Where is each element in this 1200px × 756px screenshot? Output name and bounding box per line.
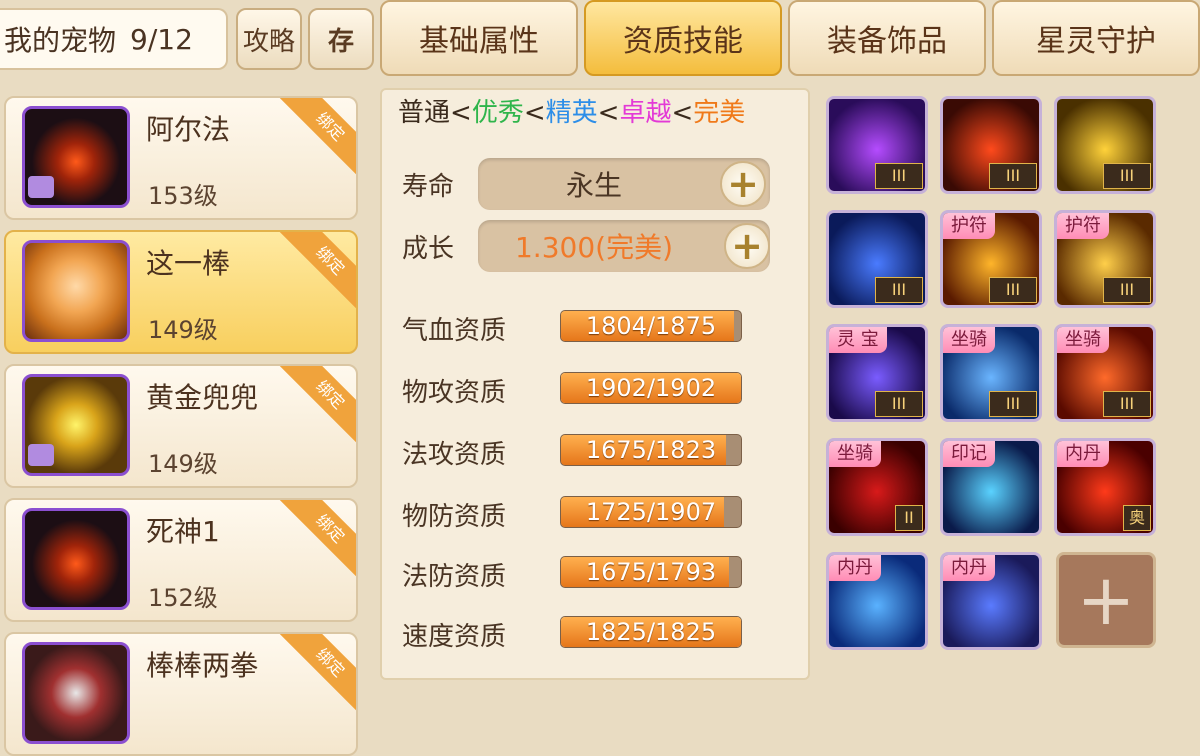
pet-name: 棒棒两拳 <box>146 649 259 682</box>
skill-rank: III <box>875 163 923 189</box>
blue-bubble-icon[interactable]: 内丹 <box>826 552 928 650</box>
skill-tag: 印记 <box>943 441 995 467</box>
grade-2: 精英 <box>545 98 598 128</box>
pet-name: 阿尔法 <box>146 113 231 146</box>
growth-value: 1.300(完美) <box>514 231 673 264</box>
bound-ribbon: 绑定 <box>276 500 356 583</box>
pet-card[interactable]: 阿尔法 153级 绑定 <box>4 96 358 220</box>
aptitude-label: 物攻资质 <box>402 378 507 408</box>
tab-star-guard[interactable]: 星灵守护 <box>992 0 1200 76</box>
pet-card[interactable]: 死神1 152级 绑定 <box>4 498 358 622</box>
skill-rank: II <box>895 505 923 531</box>
golden-lightning-icon[interactable]: III <box>1054 96 1156 194</box>
skill-tag: 内丹 <box>943 555 995 581</box>
tab-equipment[interactable]: 装备饰品 <box>788 0 986 76</box>
ice-shard-icon[interactable]: 印记 <box>940 438 1042 536</box>
skill-rank: III <box>989 163 1037 189</box>
skill-rank: III <box>875 391 923 417</box>
pet-level: 153级 <box>148 182 218 210</box>
aptitude-value: 1825/1825 <box>585 618 717 646</box>
pet-name: 黄金兜兜 <box>146 381 259 414</box>
skill-rank: III <box>1103 277 1151 303</box>
skill-rank: III <box>1103 391 1151 417</box>
grade-0: 普通 <box>398 98 451 128</box>
bound-ribbon: 绑定 <box>276 98 356 181</box>
pet-name: 这一棒 <box>146 247 231 280</box>
skill-tag: 护符 <box>943 213 995 239</box>
pet-card[interactable]: 这一棒 149级 绑定 <box>4 230 358 354</box>
fire-bird-icon[interactable]: 坐骑 III <box>1054 324 1156 422</box>
pet-card[interactable]: 黄金兜兜 149级 绑定 <box>4 364 358 488</box>
grade-separator: < <box>597 98 620 128</box>
lifespan-value: 永生 <box>565 169 622 202</box>
grade-3: 卓越 <box>619 98 672 128</box>
aptitude-label: 速度资质 <box>402 622 507 652</box>
pet-level: 149级 <box>148 450 218 478</box>
add-skill-button[interactable]: + <box>1056 552 1156 648</box>
skill-tag: 坐骑 <box>943 327 995 353</box>
ticket-icon <box>28 444 54 466</box>
aptitude-label: 物防资质 <box>402 502 507 532</box>
store-button[interactable]: 存 <box>308 8 374 70</box>
red-demon-icon[interactable]: 内丹奥义 <box>1054 438 1156 536</box>
skill-tag: 内丹 <box>1057 441 1109 467</box>
lifespan-plus-button[interactable]: + <box>720 161 766 207</box>
aptitude-label: 气血资质 <box>402 316 507 346</box>
skill-tag: 护符 <box>1057 213 1109 239</box>
purple-strike-icon[interactable]: 灵 宝 III <box>826 324 928 422</box>
growth-label: 成长 <box>402 234 455 264</box>
grade-separator: < <box>523 98 546 128</box>
pet-avatar <box>22 508 130 610</box>
aptitude-value: 1804/1875 <box>585 312 717 340</box>
grade-legend: 普通<优秀<精英<卓越<完美 <box>398 92 745 129</box>
tab-basic-attributes[interactable]: 基础属性 <box>380 0 578 76</box>
grade-separator: < <box>671 98 694 128</box>
aptitude-label: 法防资质 <box>402 562 507 592</box>
skill-tag: 内丹 <box>829 555 881 581</box>
aptitude-value: 1725/1907 <box>585 498 717 526</box>
grade-separator: < <box>450 98 472 128</box>
pet-level: 152级 <box>148 584 218 612</box>
aptitude-value: 1675/1823 <box>585 436 717 464</box>
blue-phoenix-icon[interactable]: III <box>826 210 928 308</box>
red-claw-icon[interactable]: 坐骑 II <box>826 438 928 536</box>
aptitude-label: 法攻资质 <box>402 440 507 470</box>
tab-aptitude-skills[interactable]: 资质技能 <box>584 0 782 76</box>
red-crystal-icon[interactable]: III <box>940 96 1042 194</box>
lifespan-label: 寿命 <box>402 172 455 202</box>
pets-title: 我的宠物 <box>4 24 117 57</box>
skill-tag: 灵 宝 <box>829 327 887 353</box>
bound-ribbon: 绑定 <box>276 366 356 449</box>
pet-name: 死神1 <box>146 515 220 548</box>
pet-avatar <box>22 240 130 342</box>
blue-swirl-icon[interactable]: 坐骑 III <box>940 324 1042 422</box>
guide-button[interactable]: 攻略 <box>236 8 302 70</box>
bound-ribbon: 绑定 <box>276 634 356 717</box>
grade-4: 完美 <box>693 98 746 128</box>
aptitude-value: 1675/1793 <box>585 558 717 586</box>
pet-avatar <box>22 642 130 744</box>
aptitude-value: 1902/1902 <box>585 374 717 402</box>
growth-plus-button[interactable]: + <box>724 223 770 269</box>
pet-card[interactable]: 棒棒两拳 绑定 <box>4 632 358 756</box>
skill-rank: 奥义 <box>1123 505 1151 533</box>
bound-ribbon: 绑定 <box>276 232 356 315</box>
grade-1: 优秀 <box>471 98 524 128</box>
ticket-icon <box>28 176 54 198</box>
blue-orb-icon[interactable]: 内丹 <box>940 552 1042 650</box>
skill-rank: III <box>989 277 1037 303</box>
purple-vortex-icon[interactable]: III <box>826 96 928 194</box>
skill-tag: 坐骑 <box>1057 327 1109 353</box>
fire-slash-icon[interactable]: 护符 III <box>940 210 1042 308</box>
skill-rank: III <box>989 391 1037 417</box>
skill-tag: 坐骑 <box>829 441 881 467</box>
pet-level: 149级 <box>148 316 218 344</box>
skill-rank: III <box>1103 163 1151 189</box>
pet-list-header: 我的宠物 9/12 <box>0 8 228 70</box>
sun-burst-icon[interactable]: 护符 III <box>1054 210 1156 308</box>
pets-count: 9/12 <box>130 22 193 56</box>
skill-rank: III <box>875 277 923 303</box>
